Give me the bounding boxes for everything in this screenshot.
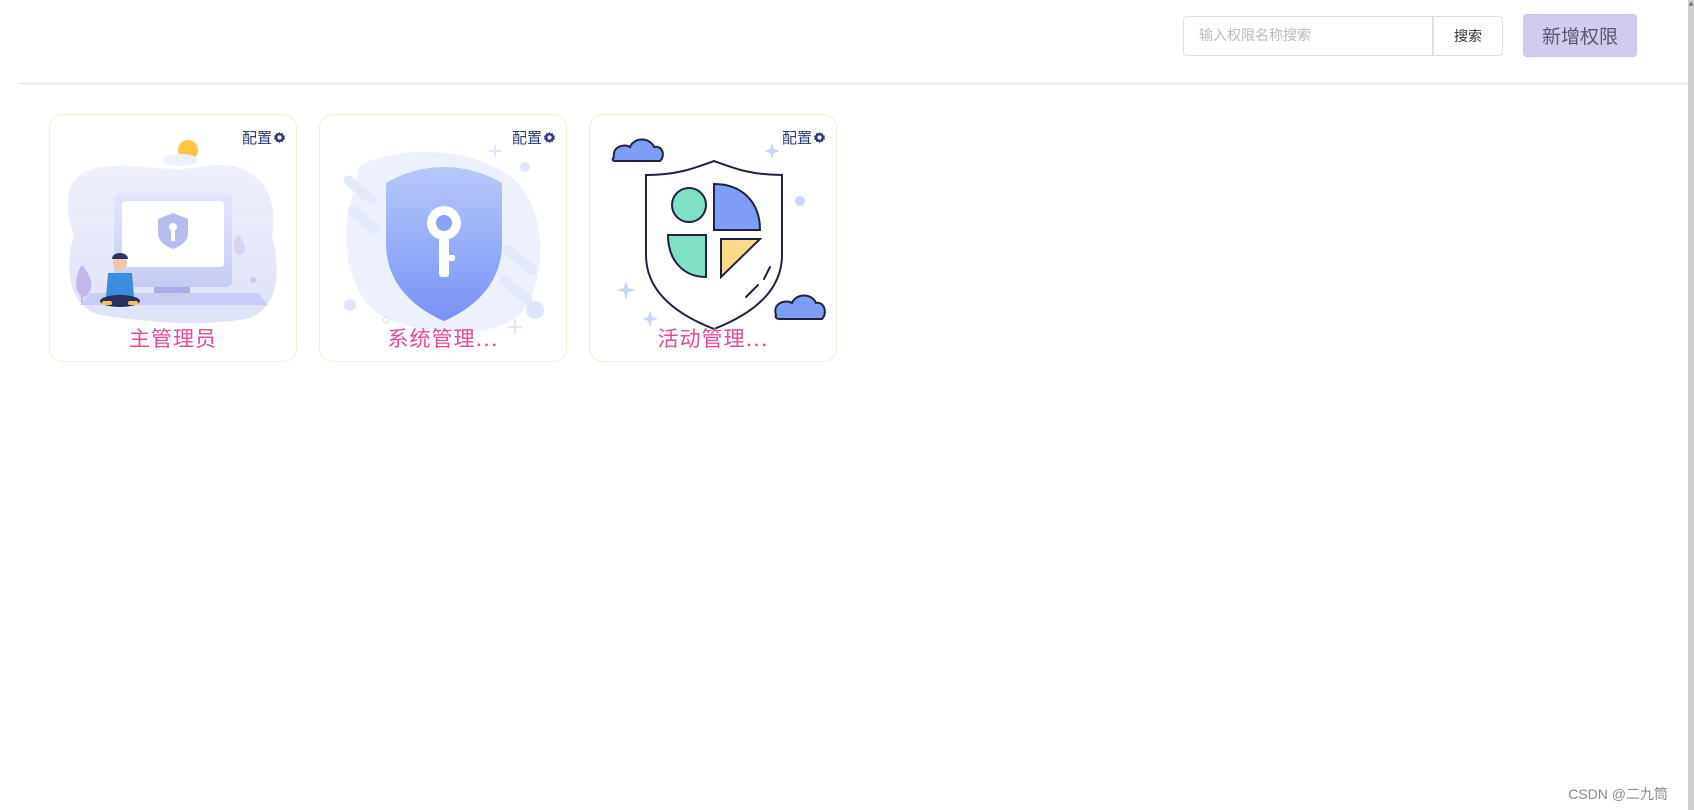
scroll-up-icon[interactable]: ▲ (1688, 0, 1694, 8)
search-input[interactable] (1183, 16, 1433, 56)
config-link[interactable]: 配置 (512, 127, 556, 148)
card-title: 活动管理... (657, 327, 769, 351)
search-button[interactable]: 搜索 (1433, 16, 1503, 56)
config-link[interactable]: 配置 (242, 127, 286, 148)
config-label: 配置 (241, 129, 272, 147)
config-label: 配置 (511, 129, 542, 147)
card-title: 主管理员 (129, 327, 217, 351)
permission-card-admin[interactable]: 配置 主管理员 (49, 114, 297, 362)
permission-card-system[interactable]: 配置 系统管理... (319, 114, 567, 362)
toolbar: 搜索 新增权限 (0, 0, 1694, 84)
gear-icon (813, 131, 826, 144)
card-title: 系统管理... (387, 327, 499, 351)
gear-icon (273, 131, 286, 144)
vertical-scrollbar[interactable]: ▲ (1688, 0, 1694, 810)
toolbar-divider (20, 83, 1688, 84)
gear-icon (543, 131, 556, 144)
scrollbar-thumb[interactable] (1688, 0, 1694, 810)
watermark: CSDN @二九筒 (1568, 786, 1668, 802)
config-label: 配置 (781, 129, 812, 147)
config-link[interactable]: 配置 (782, 127, 826, 148)
add-permission-button[interactable]: 新增权限 (1523, 14, 1637, 57)
permission-card-activity[interactable]: 配置 活动管理... (589, 114, 837, 362)
